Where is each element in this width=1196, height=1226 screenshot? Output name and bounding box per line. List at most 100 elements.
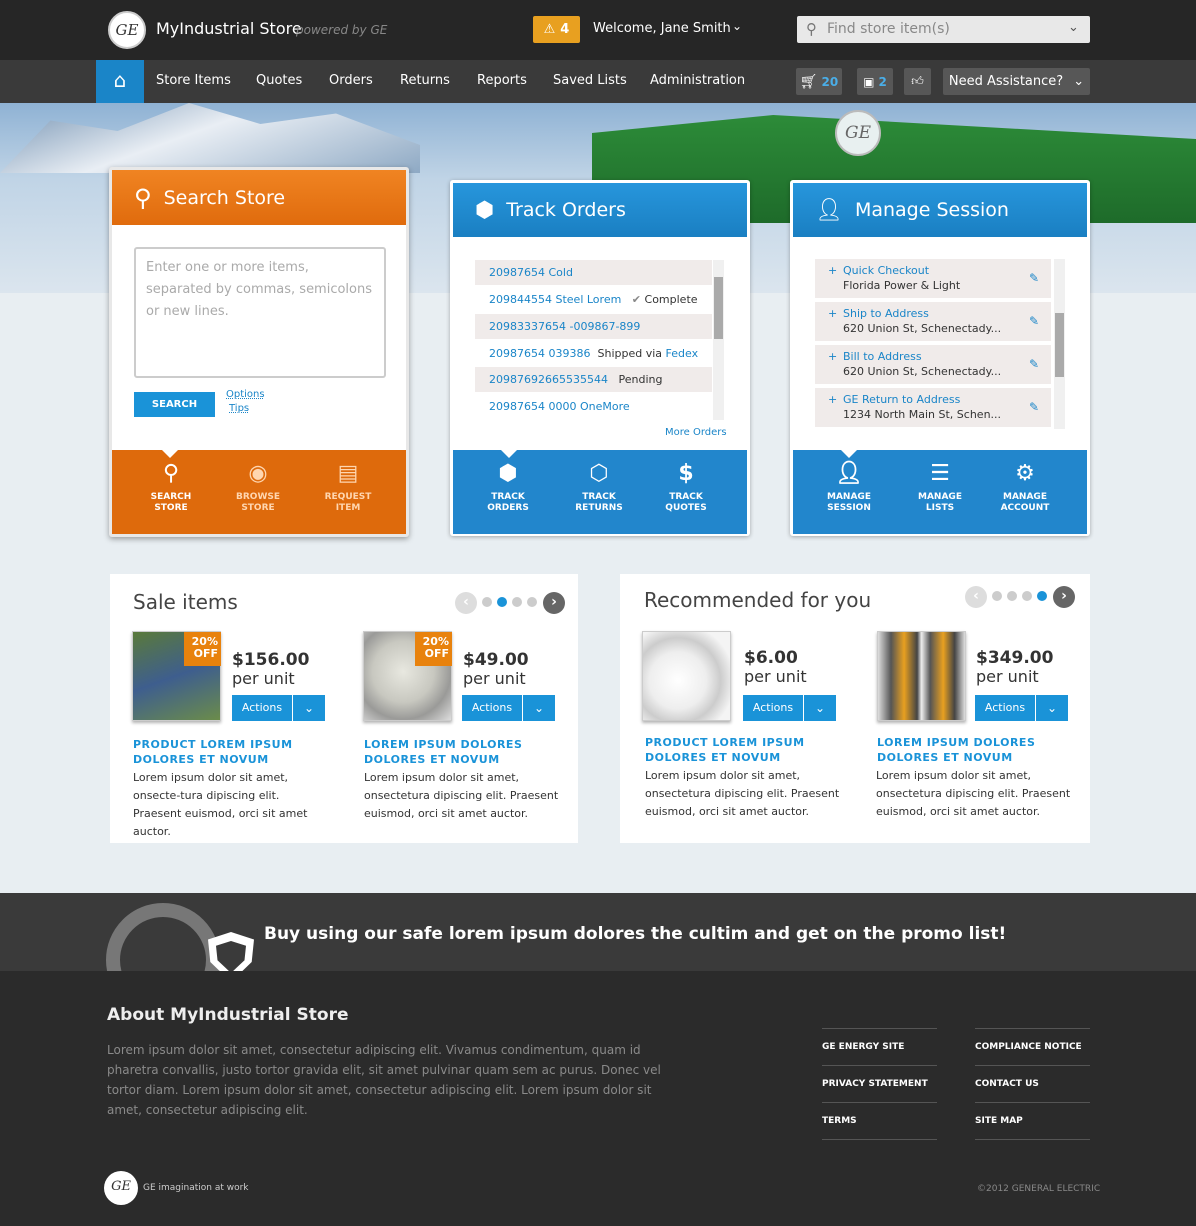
order-row[interactable]: 20983337654 -009867-899 bbox=[475, 314, 712, 339]
search-button[interactable]: SEARCH bbox=[134, 392, 215, 417]
nav-orders[interactable]: Orders bbox=[329, 73, 373, 88]
manage-lists-tab[interactable]: ☰ MANAGE LISTS bbox=[905, 462, 975, 514]
chevron-down-icon[interactable]: ⌄ bbox=[732, 19, 742, 33]
actions-split-button[interactable]: Actions ⌄ bbox=[975, 695, 1068, 721]
pencil-icon[interactable]: ✎ bbox=[1029, 357, 1039, 372]
carousel-dot[interactable] bbox=[527, 597, 537, 607]
footer-link-sitemap[interactable]: SITE MAP bbox=[975, 1102, 1090, 1139]
plus-icon[interactable]: + bbox=[828, 263, 837, 278]
footer-link-privacy[interactable]: PRIVACY STATEMENT bbox=[822, 1065, 937, 1102]
carousel-dot[interactable] bbox=[482, 597, 492, 607]
browse-store-tab[interactable]: ◉ BROWSE STORE bbox=[223, 462, 293, 514]
manage-session-tab[interactable]: 👤︎ MANAGE SESSION bbox=[814, 462, 884, 514]
actions-button[interactable]: Actions bbox=[975, 695, 1035, 721]
cart-button[interactable]: 🛒︎ 20 bbox=[796, 68, 842, 95]
session-row-label[interactable]: Ship to Address bbox=[843, 306, 1051, 321]
track-orders-tab[interactable]: ⬢ TRACK ORDERS bbox=[473, 462, 543, 514]
moisture-meter-image[interactable] bbox=[877, 631, 966, 721]
nav-returns[interactable]: Returns bbox=[400, 73, 450, 88]
product-name-link[interactable]: PRODUCT LOREM IPSUM DOLORES ET NOVUM bbox=[133, 737, 333, 767]
filter-disc-image[interactable] bbox=[642, 631, 731, 721]
tips-link[interactable]: Tips bbox=[229, 403, 249, 414]
order-id[interactable]: 20987654 Cold bbox=[489, 266, 573, 279]
order-id[interactable]: 209844554 Steel Lorem bbox=[489, 293, 621, 306]
request-item-tab[interactable]: ▤ REQUEST ITEM bbox=[313, 462, 383, 514]
ge-logo[interactable]: GE bbox=[108, 11, 146, 49]
session-row-label[interactable]: Quick Checkout bbox=[843, 263, 1051, 278]
product-name-link[interactable]: LOREM IPSUM DOLORES DOLORES ET NOVUM bbox=[364, 737, 534, 767]
product-name-link[interactable]: LOREM IPSUM DOLORES DOLORES ET NOVUM bbox=[877, 735, 1047, 765]
footer-link-terms[interactable]: TERMS bbox=[822, 1102, 937, 1139]
nav-saved-lists[interactable]: Saved Lists bbox=[553, 73, 627, 88]
chevron-down-icon[interactable]: ⌄ bbox=[293, 695, 325, 721]
orders-scroll-thumb[interactable] bbox=[714, 277, 723, 339]
item-search-textarea[interactable]: Enter one or more items, separated by co… bbox=[134, 247, 386, 378]
plus-icon[interactable]: + bbox=[828, 306, 837, 321]
search-dropdown-icon[interactable]: ⌄ bbox=[1068, 20, 1079, 35]
actions-split-button[interactable]: Actions ⌄ bbox=[232, 695, 325, 721]
options-link[interactable]: Options bbox=[226, 389, 265, 400]
chevron-down-icon[interactable]: ⌄ bbox=[523, 695, 555, 721]
session-row-label[interactable]: Bill to Address bbox=[843, 349, 1051, 364]
prev-arrow-icon[interactable]: ‹ bbox=[455, 592, 477, 614]
order-id[interactable]: 20987654 0000 OneMore bbox=[489, 400, 630, 413]
carousel-dot-active[interactable] bbox=[497, 597, 507, 607]
footer-link-contact[interactable]: CONTACT US bbox=[975, 1065, 1090, 1102]
order-row[interactable]: 209844554 Steel Lorem ✔ Complete bbox=[475, 287, 712, 312]
carousel-dot[interactable] bbox=[512, 597, 522, 607]
order-id[interactable]: 20987654 039386 bbox=[489, 347, 590, 360]
footer-link-ge-energy[interactable]: GE ENERGY SITE bbox=[822, 1028, 937, 1065]
actions-split-button[interactable]: Actions ⌄ bbox=[462, 695, 555, 721]
need-assistance-button[interactable]: Need Assistance? ⌄ bbox=[943, 68, 1090, 95]
nav-administration[interactable]: Administration bbox=[650, 73, 745, 88]
footer-link-compliance[interactable]: COMPLIANCE NOTICE bbox=[975, 1028, 1090, 1065]
pencil-icon[interactable]: ✎ bbox=[1029, 400, 1039, 415]
app-title[interactable]: MyIndustrial Store bbox=[156, 19, 302, 38]
carousel-dot-active[interactable] bbox=[1037, 591, 1047, 601]
nav-store-items[interactable]: Store Items bbox=[156, 73, 231, 88]
actions-split-button[interactable]: Actions ⌄ bbox=[743, 695, 836, 721]
carrier-link[interactable]: Fedex bbox=[666, 347, 699, 360]
order-row[interactable]: 20987654 0000 OneMore bbox=[475, 394, 712, 419]
search-store-tab[interactable]: ⚲ SEARCH STORE bbox=[136, 462, 206, 514]
home-button[interactable]: ⌂ bbox=[96, 60, 144, 103]
carousel-dot[interactable] bbox=[1022, 591, 1032, 601]
order-id[interactable]: 20987692665535544 bbox=[489, 373, 608, 386]
alert-button[interactable]: ⚠ 4 bbox=[533, 16, 580, 43]
session-row[interactable]: + Quick Checkout Florida Power & Light ✎ bbox=[815, 259, 1051, 300]
next-arrow-icon[interactable]: › bbox=[1053, 586, 1075, 608]
plus-icon[interactable]: + bbox=[828, 392, 837, 407]
next-arrow-icon[interactable]: › bbox=[543, 592, 565, 614]
order-row[interactable]: 20987692665535544 Pending bbox=[475, 367, 712, 392]
actions-button[interactable]: Actions bbox=[232, 695, 292, 721]
chevron-down-icon[interactable]: ⌄ bbox=[1036, 695, 1068, 721]
search-placeholder[interactable]: Find store item(s) bbox=[827, 21, 950, 37]
order-id[interactable]: 20983337654 -009867-899 bbox=[489, 320, 640, 333]
prev-arrow-icon[interactable]: ‹ bbox=[965, 586, 987, 608]
carousel-dot[interactable] bbox=[992, 591, 1002, 601]
more-orders-link[interactable]: More Orders bbox=[665, 427, 727, 438]
order-row[interactable]: 20987654 Cold bbox=[475, 260, 712, 285]
plus-icon[interactable]: + bbox=[828, 349, 837, 364]
order-row[interactable]: 20987654 039386 Shipped via Fedex bbox=[475, 341, 712, 366]
carousel-dot[interactable] bbox=[1007, 591, 1017, 601]
box-button[interactable]: ▣ 2 bbox=[857, 68, 893, 95]
like-button[interactable]: 👍︎ bbox=[904, 68, 931, 95]
product-name-link[interactable]: PRODUCT LOREM IPSUM DOLORES ET NOVUM bbox=[645, 735, 845, 765]
session-row[interactable]: + Bill to Address 620 Union St, Schenect… bbox=[815, 345, 1051, 386]
manage-account-tab[interactable]: ⚙ MANAGE ACCOUNT bbox=[990, 462, 1060, 514]
pencil-icon[interactable]: ✎ bbox=[1029, 314, 1039, 329]
track-returns-tab[interactable]: ⬡ TRACK RETURNS bbox=[564, 462, 634, 514]
pencil-icon[interactable]: ✎ bbox=[1029, 271, 1039, 286]
actions-button[interactable]: Actions bbox=[743, 695, 803, 721]
nav-quotes[interactable]: Quotes bbox=[256, 73, 302, 88]
welcome-user-menu[interactable]: Welcome, Jane Smith bbox=[593, 21, 731, 36]
session-row[interactable]: + GE Return to Address 1234 North Main S… bbox=[815, 388, 1051, 429]
promo-text[interactable]: Buy using our safe lorem ipsum dolores t… bbox=[264, 924, 1006, 944]
nav-reports[interactable]: Reports bbox=[477, 73, 527, 88]
session-row-label[interactable]: GE Return to Address bbox=[843, 392, 1051, 407]
actions-button[interactable]: Actions bbox=[462, 695, 522, 721]
track-quotes-tab[interactable]: $ TRACK QUOTES bbox=[651, 462, 721, 514]
ge-footer-logo[interactable]: GE bbox=[104, 1171, 138, 1205]
session-row[interactable]: + Ship to Address 620 Union St, Schenect… bbox=[815, 302, 1051, 343]
